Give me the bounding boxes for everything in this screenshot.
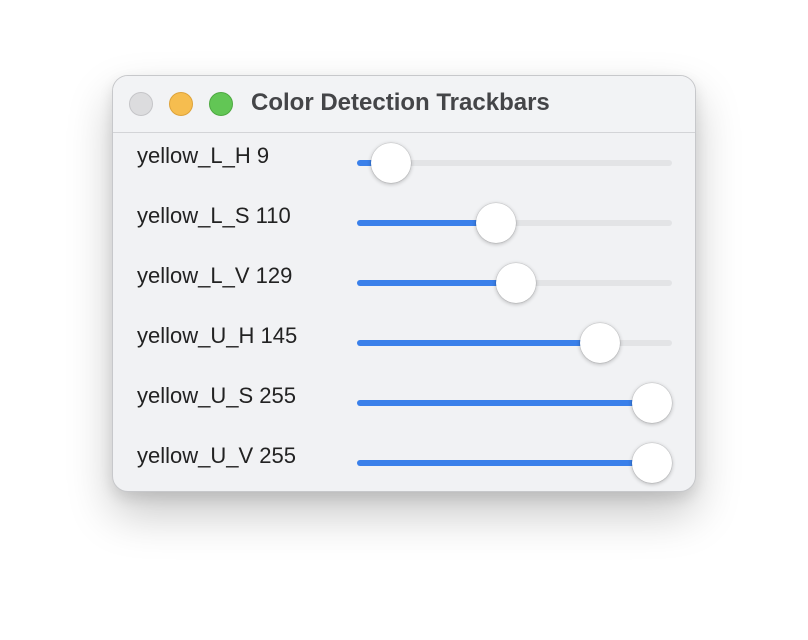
trackbar-yellow-l-v[interactable]	[357, 263, 672, 303]
slider-knob[interactable]	[579, 323, 620, 363]
trackbar-label: yellow_L_V 129	[137, 263, 293, 288]
trackbar-row-yellow-u-v: yellow_U_V 255	[113, 438, 695, 483]
zoom-button[interactable]	[209, 92, 233, 116]
trackbar-row-yellow-u-s: yellow_U_S 255	[113, 378, 695, 423]
trackbar-fill	[357, 340, 600, 346]
trackbar-label: yellow_U_H 145	[137, 323, 298, 348]
slider-knob[interactable]	[632, 443, 672, 483]
trackbar-label: yellow_U_V 255	[137, 443, 296, 468]
trackbar-label: yellow_L_S 110	[137, 203, 291, 228]
slider-knob[interactable]	[496, 263, 537, 303]
trackbar-row-yellow-l-v: yellow_L_V 129	[113, 258, 695, 303]
trackbar-yellow-l-s[interactable]	[357, 203, 672, 243]
minimize-button[interactable]	[169, 92, 193, 116]
trackbar-row-yellow-u-h: yellow_U_H 145	[113, 318, 695, 363]
trackbar-yellow-u-h[interactable]	[357, 323, 672, 363]
trackbar-label: yellow_L_H 9	[137, 143, 270, 168]
slider-knob[interactable]	[475, 203, 516, 243]
trackbar-label: yellow_U_S 255	[137, 383, 296, 408]
trackbar-fill	[357, 280, 517, 286]
trackbar-window: Color Detection Trackbars yellow_L_H 9 y…	[112, 75, 696, 492]
trackbar-fill	[357, 220, 496, 226]
slider-knob[interactable]	[632, 383, 672, 423]
trackbar-row-yellow-l-s: yellow_L_S 110	[113, 198, 695, 243]
trackbar-yellow-u-s[interactable]	[357, 383, 672, 423]
trackbar-row-yellow-l-h: yellow_L_H 9	[113, 138, 695, 183]
trackbar-fill	[357, 460, 652, 466]
trackbar-yellow-u-v[interactable]	[357, 443, 672, 483]
title-bar[interactable]: Color Detection Trackbars	[113, 76, 695, 133]
close-button[interactable]	[129, 92, 153, 116]
window-title: Color Detection Trackbars	[251, 89, 550, 116]
trackbar-yellow-l-h[interactable]	[357, 143, 672, 183]
slider-knob[interactable]	[370, 143, 411, 183]
trackbar-fill	[357, 400, 652, 406]
